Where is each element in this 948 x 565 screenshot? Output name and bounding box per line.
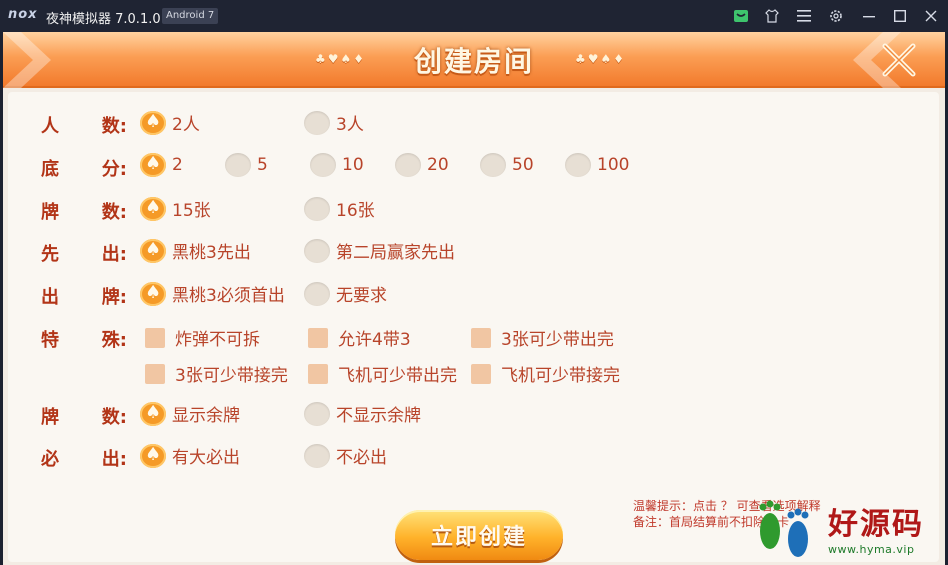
emulator-title-bar: nox 夜神模拟器 7.0.1.0 Android 7: [0, 0, 948, 32]
option-spade3-first[interactable]: 黑桃3先出: [140, 238, 251, 263]
checkbox-icon: [471, 363, 491, 384]
radio-selected-icon: [140, 196, 166, 221]
check-3-less-follow[interactable]: 3张可少带接完: [145, 361, 288, 386]
nox-logo: nox: [8, 7, 38, 22]
checkbox-icon: [145, 363, 165, 384]
option-no-requirement[interactable]: 无要求: [304, 281, 387, 306]
dialog-close-button[interactable]: [871, 38, 927, 82]
dialog-header: ♣♥♠♦ 创建房间 ♣♥♠♦: [3, 32, 945, 88]
dialog-title: 创建房间: [413, 45, 534, 78]
check-3-less-out[interactable]: 3张可少带出完: [471, 325, 614, 350]
check-allow-4-with-3[interactable]: 允许4带3: [308, 325, 411, 350]
option-base-score-20[interactable]: 20: [395, 153, 449, 177]
watermark-text: 好源码: [828, 507, 924, 542]
radio-icon: [395, 153, 421, 177]
option-2-players[interactable]: 2人: [140, 110, 200, 135]
radio-selected-icon: [140, 238, 166, 263]
option-base-score-10[interactable]: 10: [310, 153, 364, 177]
close-icon[interactable]: [921, 6, 941, 26]
radio-icon: [310, 153, 336, 177]
radio-selected-icon: [140, 401, 166, 426]
store-icon[interactable]: [731, 6, 751, 26]
option-show-remaining[interactable]: 显示余牌: [140, 401, 240, 426]
radio-icon: [225, 153, 251, 177]
label-special: 特殊:: [41, 330, 127, 351]
label-base-score: 底分:: [41, 159, 127, 180]
option-hide-remaining[interactable]: 不显示余牌: [304, 401, 421, 426]
crossed-close-icon: [882, 43, 916, 77]
menu-icon[interactable]: [794, 6, 814, 26]
option-3-players[interactable]: 3人: [304, 110, 364, 135]
watermark-url: www.hyma.vip: [828, 543, 915, 556]
check-plane-less-out[interactable]: 飞机可少带出完: [308, 361, 457, 386]
radio-icon: [480, 153, 506, 177]
radio-icon: [304, 401, 330, 426]
shirt-icon[interactable]: [762, 6, 782, 26]
checkbox-icon: [145, 327, 165, 348]
card-suit-decoration-right: ♣♥♠♦: [575, 52, 627, 66]
radio-icon: [304, 196, 330, 221]
create-room-button[interactable]: 立即创建: [395, 510, 563, 560]
room-options-panel: 人数: 底分: 牌数: 先出: 出牌: 特殊: 牌数: 必出: 2人 3人 2 …: [8, 92, 939, 562]
label-first-play: 先出:: [41, 244, 127, 265]
maximize-icon[interactable]: [890, 6, 910, 26]
option-base-score-50[interactable]: 50: [480, 153, 534, 177]
option-must-play-bigger[interactable]: 有大必出: [140, 443, 240, 468]
checkbox-icon: [308, 327, 328, 348]
footprints-logo-icon: [759, 500, 809, 557]
check-plane-less-follow[interactable]: 飞机可少带接完: [471, 361, 620, 386]
radio-icon: [304, 238, 330, 263]
option-base-score-2[interactable]: 2: [140, 153, 183, 177]
minimize-icon[interactable]: [859, 6, 879, 26]
label-play-rule: 出牌:: [41, 287, 127, 308]
option-base-score-100[interactable]: 100: [565, 153, 629, 177]
label-card-count: 牌数:: [41, 202, 127, 223]
option-15-cards[interactable]: 15张: [140, 196, 211, 221]
checkbox-icon: [471, 327, 491, 348]
option-16-cards[interactable]: 16张: [304, 196, 375, 221]
android-version-badge: Android 7: [162, 8, 219, 24]
check-bomb-unsplittable[interactable]: 炸弹不可拆: [145, 325, 260, 350]
radio-icon: [304, 281, 330, 306]
label-must-play: 必出:: [41, 449, 127, 470]
checkbox-icon: [308, 363, 328, 384]
radio-selected-icon: [140, 110, 166, 135]
option-spade3-must-first[interactable]: 黑桃3必须首出: [140, 281, 285, 306]
radio-icon: [565, 153, 591, 177]
window-title: 夜神模拟器 7.0.1.0: [46, 12, 161, 27]
radio-selected-icon: [140, 281, 166, 306]
option-not-must-play[interactable]: 不必出: [304, 443, 387, 468]
game-frame: ♣♥♠♦ 创建房间 ♣♥♠♦ 人数: 底分: 牌数: 先出: 出牌: 特殊: 牌…: [3, 32, 945, 565]
radio-selected-icon: [140, 443, 166, 468]
label-remaining-cards: 牌数:: [41, 407, 127, 428]
radio-icon: [304, 443, 330, 468]
label-player-count: 人数:: [41, 116, 127, 137]
gear-icon[interactable]: [826, 6, 846, 26]
radio-icon: [304, 110, 330, 135]
watermark: 好源码 www.hyma.vip: [748, 495, 943, 563]
radio-selected-icon: [140, 153, 166, 177]
option-winner-first[interactable]: 第二局赢家先出: [304, 238, 455, 263]
option-base-score-5[interactable]: 5: [225, 153, 268, 177]
